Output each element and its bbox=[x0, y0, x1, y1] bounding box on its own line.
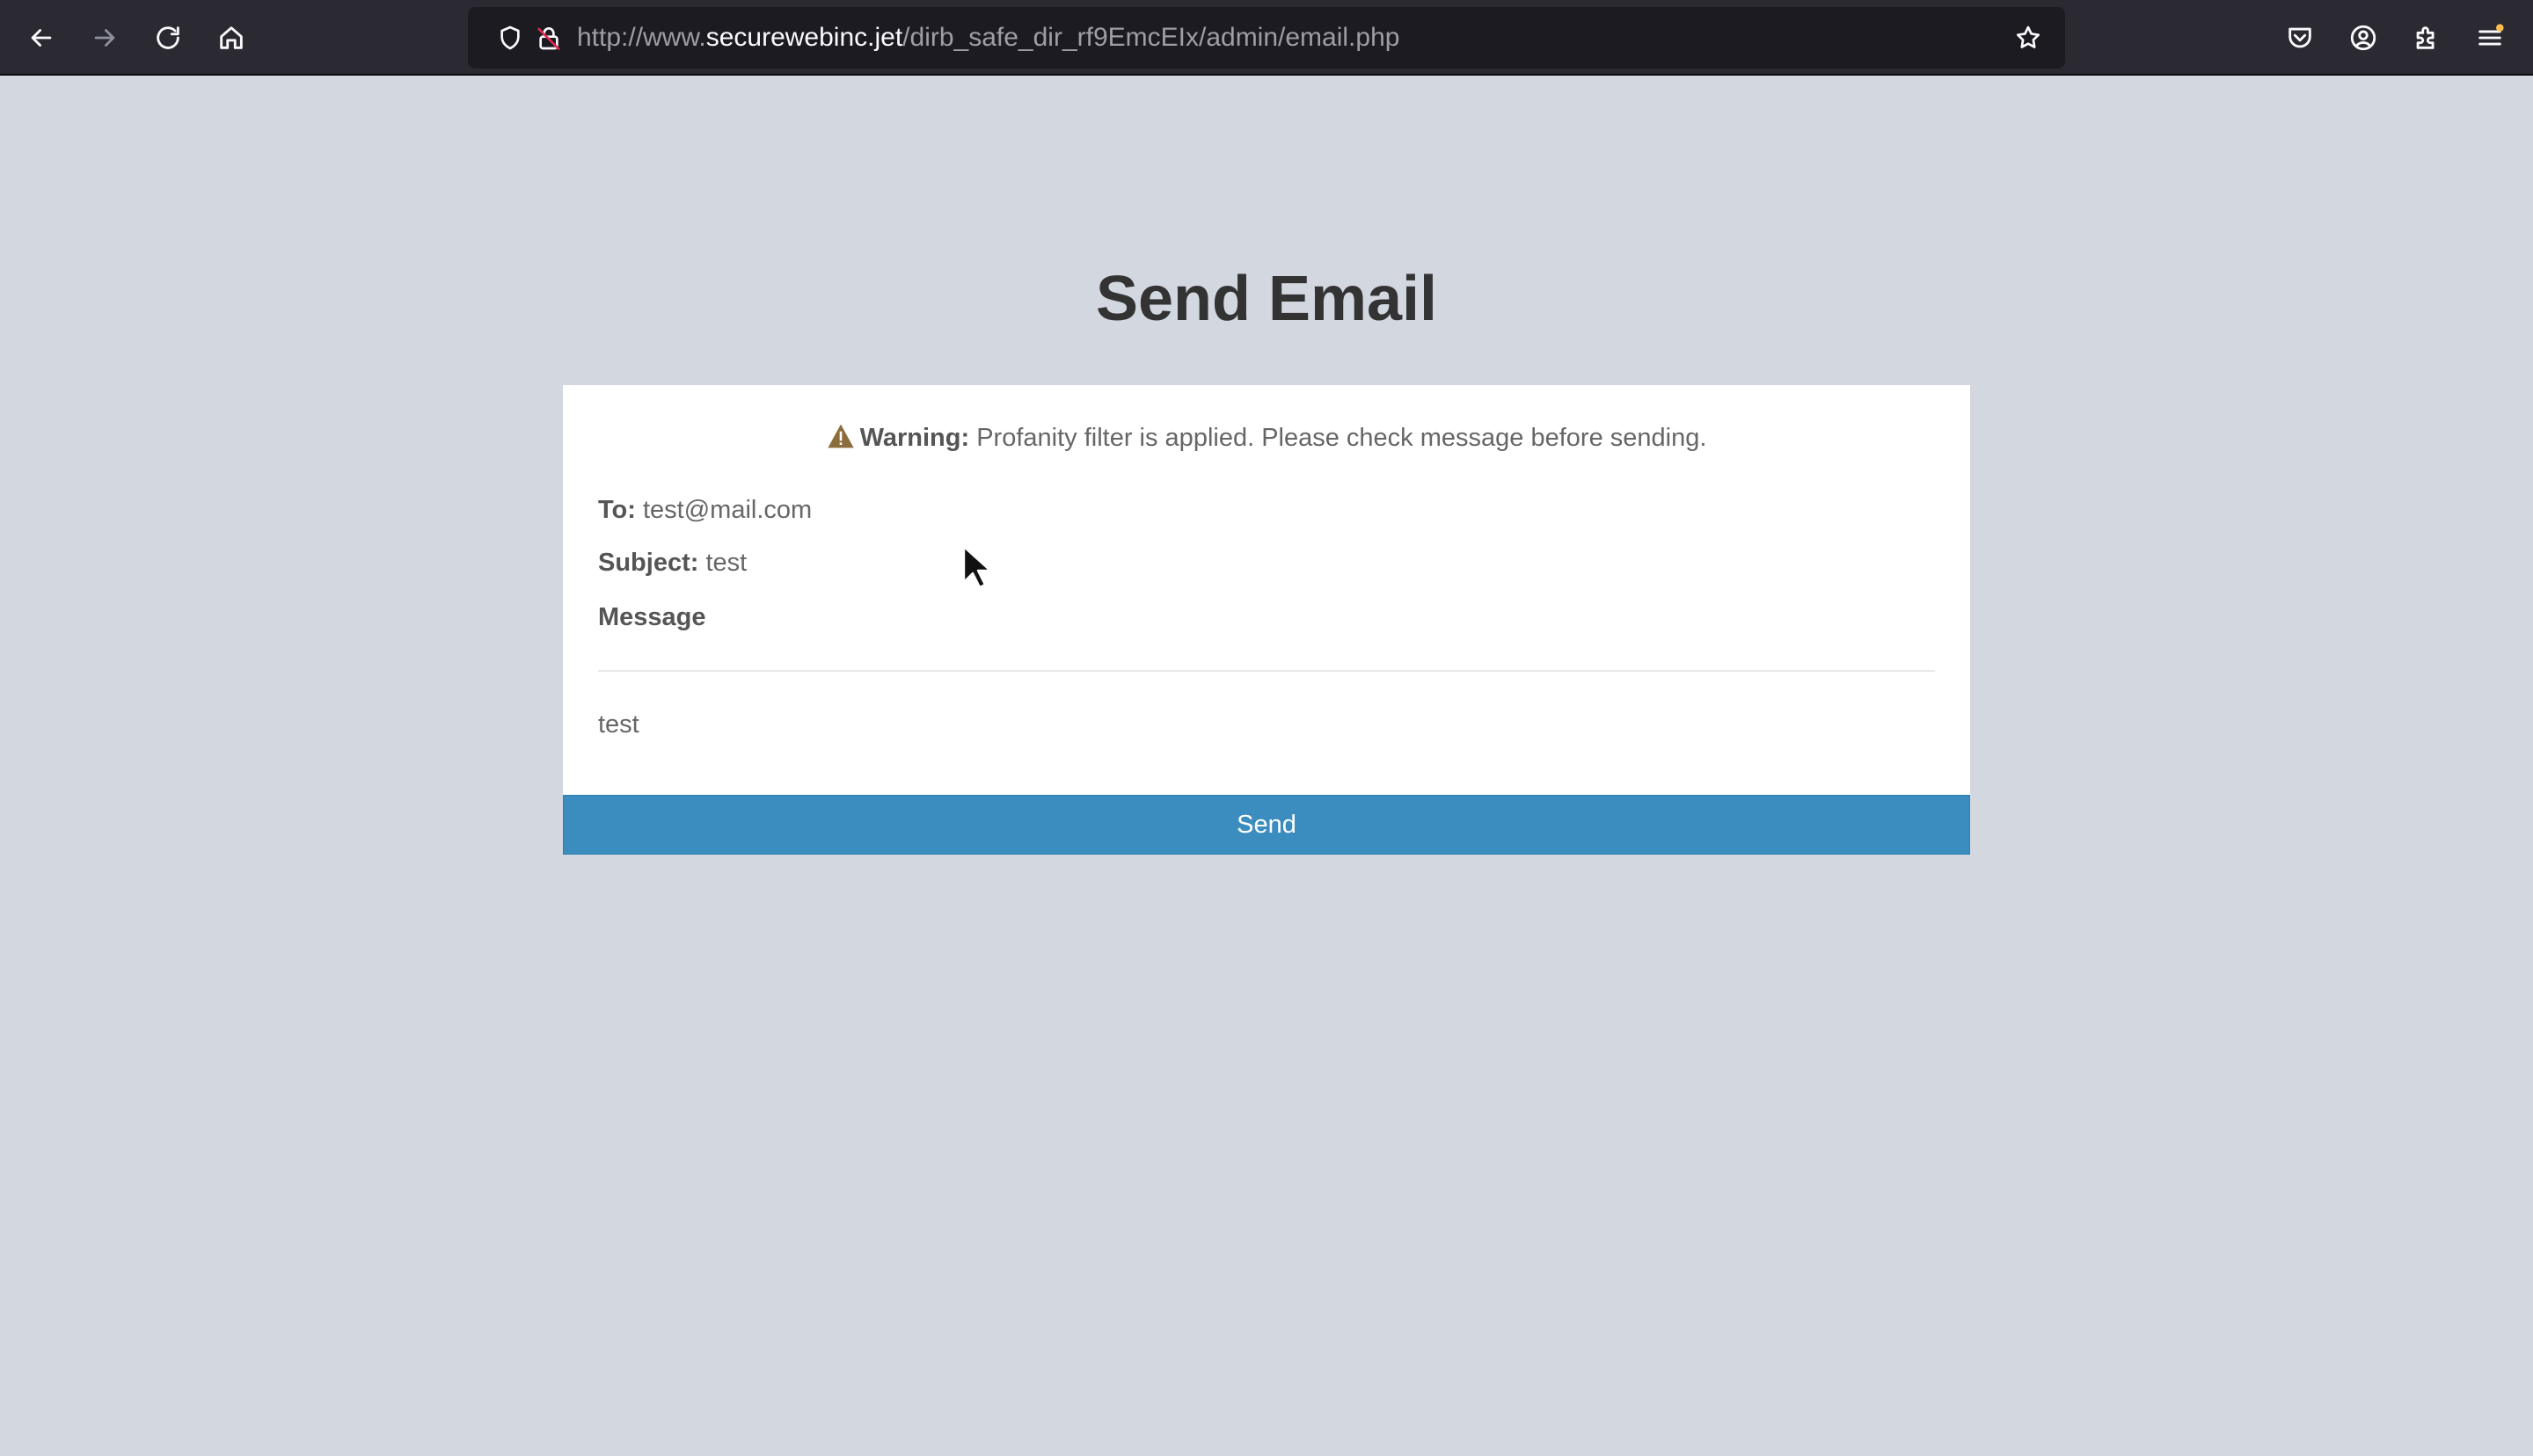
bookmark-star-icon[interactable] bbox=[2012, 22, 2044, 54]
arrow-left-icon bbox=[31, 29, 52, 47]
arrow-right-icon bbox=[94, 29, 115, 47]
send-button[interactable]: Send bbox=[563, 795, 1970, 855]
account-button[interactable] bbox=[2343, 18, 2383, 58]
url-host: securewebinc.jet bbox=[705, 23, 903, 52]
insecure-lock-icon[interactable] bbox=[533, 22, 565, 54]
reload-icon bbox=[157, 26, 179, 49]
url-path: /dirb_safe_dir_rf9EmcEIx/admin/email.php bbox=[902, 23, 1400, 52]
puzzle-icon bbox=[2416, 26, 2434, 49]
to-field: To: test@mail.com bbox=[598, 492, 812, 528]
url-scheme: http://www. bbox=[577, 23, 706, 52]
pocket-icon bbox=[2288, 27, 2311, 48]
message-heading: Message bbox=[598, 600, 706, 635]
email-panel: Warning: Profanity filter is applied. Pl… bbox=[563, 385, 1970, 795]
pocket-button[interactable] bbox=[2280, 18, 2320, 58]
home-button[interactable] bbox=[211, 18, 252, 58]
warning-label: Warning: bbox=[859, 424, 970, 452]
to-value: test@mail.com bbox=[635, 496, 813, 524]
message-divider bbox=[598, 670, 1935, 672]
reload-button[interactable] bbox=[148, 18, 188, 58]
message-body: test bbox=[598, 710, 639, 739]
forward-button[interactable] bbox=[84, 18, 125, 58]
browser-toolbar: http://www.securewebinc.jet/dirb_safe_di… bbox=[0, 0, 2533, 76]
subject-value: test bbox=[698, 549, 748, 577]
warning-banner: Warning: Profanity filter is applied. Pl… bbox=[563, 420, 1970, 455]
warning-text: Profanity filter is applied. Please chec… bbox=[969, 424, 1707, 452]
page-title: Send Email bbox=[1095, 264, 1438, 334]
warning-icon bbox=[827, 424, 854, 448]
url-text[interactable]: http://www.securewebinc.jet/dirb_safe_di… bbox=[577, 7, 1399, 69]
message-label: Message bbox=[598, 603, 706, 631]
hamburger-menu-icon bbox=[2478, 24, 2504, 46]
subject-field: Subject: test bbox=[598, 545, 747, 580]
subject-label: Subject: bbox=[598, 549, 699, 577]
to-label: To: bbox=[598, 496, 636, 524]
menu-button[interactable] bbox=[2470, 18, 2510, 58]
address-bar[interactable]: http://www.securewebinc.jet/dirb_safe_di… bbox=[468, 7, 2065, 69]
mouse-cursor-icon bbox=[962, 545, 992, 589]
extensions-button[interactable] bbox=[2406, 18, 2447, 58]
home-icon bbox=[220, 26, 243, 49]
account-icon bbox=[2350, 25, 2376, 51]
back-button[interactable] bbox=[21, 18, 62, 58]
shield-icon[interactable] bbox=[494, 22, 526, 54]
